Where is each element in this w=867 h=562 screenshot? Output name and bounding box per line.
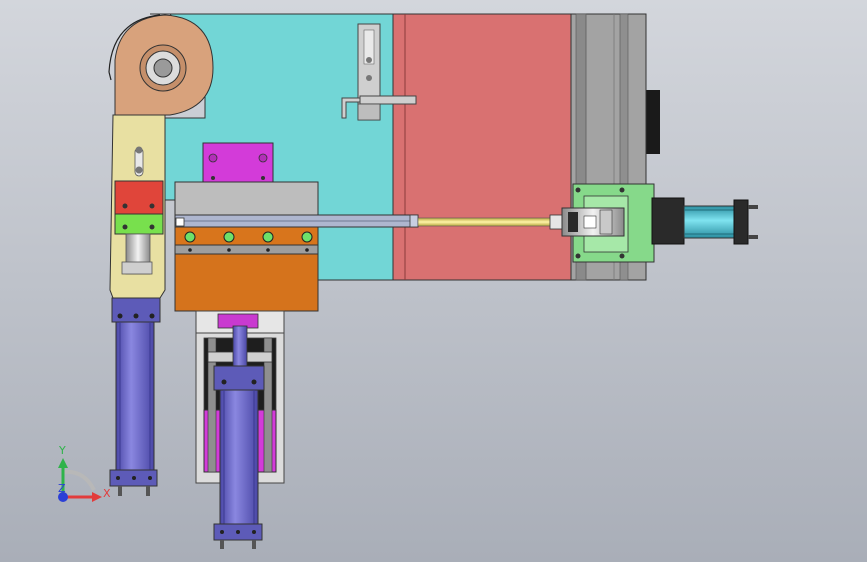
cap-screw	[220, 530, 224, 534]
strip-dot	[305, 248, 309, 252]
fitting	[748, 205, 758, 209]
right-cylinder	[683, 199, 758, 245]
strip-dot	[188, 248, 192, 252]
fitting	[118, 486, 122, 496]
gripper-lower	[357, 103, 381, 121]
green-screw	[184, 231, 196, 243]
push-rod	[417, 217, 554, 227]
mount-screw	[619, 253, 625, 259]
arm-piston-rod-tip	[121, 261, 153, 275]
cap-screw	[132, 476, 136, 480]
mount-screw	[575, 187, 581, 193]
magenta-bracket	[202, 142, 274, 184]
green-screw	[301, 231, 313, 243]
cap-screw	[149, 313, 155, 319]
green-pad-screw	[122, 224, 128, 230]
joint-slot	[583, 215, 597, 229]
cap-screw	[117, 313, 123, 319]
cap-screw	[251, 379, 257, 385]
orange-block	[174, 253, 319, 312]
arm-screw	[135, 146, 143, 154]
pivot-hole	[153, 58, 173, 78]
strip-dot	[266, 248, 270, 252]
gripper-finger	[359, 95, 417, 105]
bracket-screw	[208, 153, 218, 163]
cyan-cylinder-barrel	[683, 205, 735, 239]
green-screw	[223, 231, 235, 243]
cylinder-front-flange	[651, 197, 685, 245]
green-screw	[262, 231, 274, 243]
cap-screw	[116, 476, 120, 480]
guide-bar-slot	[409, 214, 419, 228]
cad-viewport: Y X Z	[0, 0, 867, 562]
joint-nut	[599, 209, 613, 235]
carriage-top-plate	[174, 181, 319, 217]
mount-screw	[619, 187, 625, 193]
left-cylinder	[109, 297, 161, 496]
bracket-screw	[261, 176, 265, 180]
red-pad-screw	[149, 203, 155, 209]
bracket-screw	[258, 153, 268, 163]
lower-cylinder-barrel	[219, 389, 259, 525]
green-pad	[114, 213, 164, 235]
arm-screw	[135, 166, 143, 174]
fitting	[220, 540, 224, 549]
cap-screw	[236, 530, 240, 534]
joint-nut	[568, 212, 578, 232]
fitting	[146, 486, 150, 496]
lower-cylinder-head	[213, 365, 265, 391]
fitting	[748, 235, 758, 239]
carriage-grey-strip	[174, 244, 319, 255]
cylinder-rear-cap	[733, 199, 749, 245]
lower-cylinder-rod	[232, 325, 248, 367]
left-cylinder-barrel	[115, 321, 155, 473]
green-pad-screw	[149, 224, 155, 230]
fitting	[252, 540, 256, 549]
z-axis-label: Z	[58, 482, 66, 495]
red-panel	[392, 13, 572, 281]
red-pad	[114, 180, 164, 215]
rod-end	[549, 214, 563, 230]
cap-screw	[252, 530, 256, 534]
guide-bar-end	[175, 217, 185, 227]
cap-screw	[133, 313, 139, 319]
y-axis-label: Y	[58, 444, 66, 457]
cap-screw	[148, 476, 152, 480]
cap-screw	[221, 379, 227, 385]
gripper-screw	[366, 75, 372, 81]
carriage-screw-strip	[174, 226, 319, 246]
red-pad-screw	[122, 203, 128, 209]
strip-dot	[227, 248, 231, 252]
gripper-screw	[366, 57, 372, 63]
x-axis-label: X	[103, 487, 111, 500]
bracket-screw	[211, 176, 215, 180]
mount-screw	[575, 253, 581, 259]
